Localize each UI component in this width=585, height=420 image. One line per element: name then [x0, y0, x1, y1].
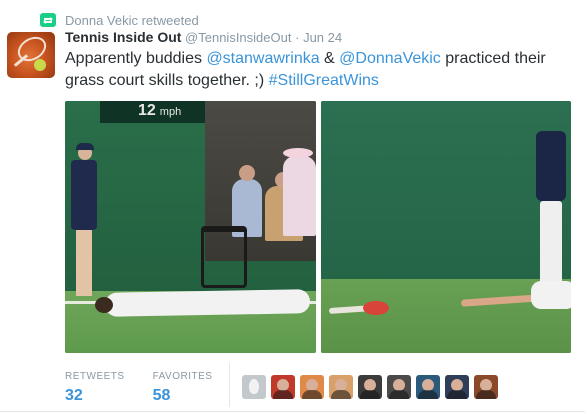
favoriters-avatars	[242, 375, 503, 399]
player-lying-on-grass	[531, 281, 571, 309]
mention-link[interactable]: @stanwawrinka	[206, 50, 319, 67]
user-avatar-icon[interactable]	[329, 375, 353, 399]
retweets-stat[interactable]: RETWEETS 32	[65, 371, 125, 405]
retweets-count[interactable]: 32	[65, 387, 125, 405]
author-fullname[interactable]: Tennis Inside Out	[65, 29, 181, 45]
header-separator: ·	[295, 30, 300, 45]
user-avatar-icon[interactable]	[271, 375, 295, 399]
user-avatar-icon[interactable]	[474, 375, 498, 399]
mention-link[interactable]: @DonnaVekic	[339, 50, 441, 67]
tweet-timestamp[interactable]: Jun 24	[303, 30, 342, 45]
user-avatar-icon[interactable]	[416, 375, 440, 399]
retweets-label: RETWEETS	[65, 371, 125, 382]
tweet-text: Apparently buddies @stanwawrinka & @Donn…	[65, 48, 570, 92]
favorites-stat[interactable]: FAVORITES 58	[153, 371, 213, 405]
retweet-context-label[interactable]: Donna Vekic retweeted	[65, 13, 199, 28]
ball-kid	[536, 131, 571, 293]
bottom-divider	[0, 411, 585, 412]
user-avatar-icon[interactable]	[300, 375, 324, 399]
user-avatar-icon[interactable]	[445, 375, 469, 399]
tweet-photo-left[interactable]: 12 mph	[65, 101, 316, 353]
scoreboard-unit: mph	[159, 106, 182, 118]
scoreboard-speed: 12	[138, 102, 156, 119]
favorites-label: FAVORITES	[152, 371, 213, 382]
spectator	[283, 148, 316, 236]
speed-scoreboard: 12 mph	[100, 101, 205, 123]
default-egg-avatar-icon[interactable]	[242, 375, 266, 399]
user-avatar-icon[interactable]	[387, 375, 411, 399]
tennis-ball-icon	[34, 59, 46, 71]
tweet-text-part: Apparently buddies	[65, 50, 207, 67]
author-username[interactable]: @TennisInsideOut	[185, 30, 291, 45]
chair	[201, 226, 247, 288]
retweet-context: Donna Vekic retweeted	[40, 11, 199, 29]
author-avatar[interactable]	[7, 32, 55, 78]
tweet-stats: RETWEETS 32 FAVORITES 58	[65, 371, 240, 405]
favorites-count[interactable]: 58	[153, 387, 213, 405]
hashtag-link[interactable]: #StillGreatWins	[269, 72, 379, 89]
retweet-icon	[40, 13, 56, 27]
stats-divider	[229, 363, 230, 407]
tweet-text-part: &	[319, 50, 340, 67]
player-lying-on-grass	[104, 289, 311, 317]
tweet-photo-right[interactable]	[321, 101, 571, 353]
line-judge	[67, 143, 97, 296]
user-avatar-icon[interactable]	[358, 375, 382, 399]
tweet-header: Tennis Inside Out @TennisInsideOut · Jun…	[65, 29, 342, 45]
